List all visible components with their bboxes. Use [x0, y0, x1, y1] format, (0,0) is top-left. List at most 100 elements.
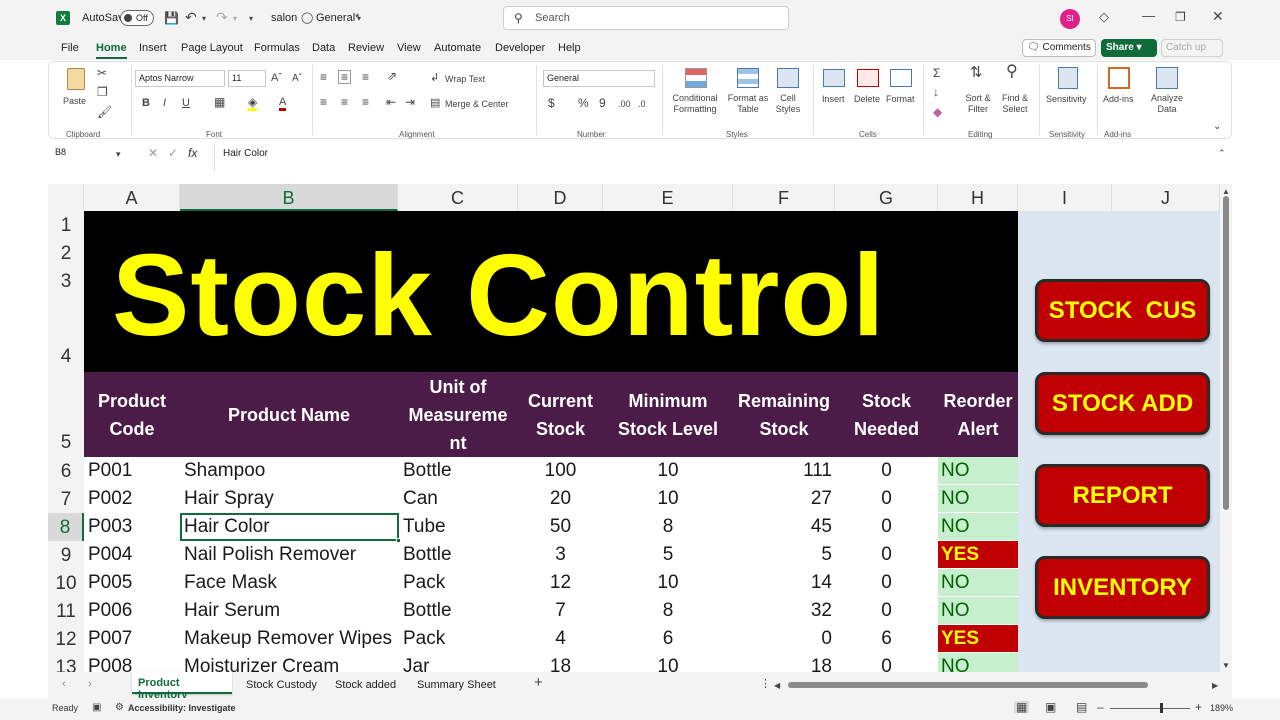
cell-needed[interactable]: 0	[835, 653, 938, 672]
cell-current[interactable]: 50	[518, 513, 603, 541]
italic-icon[interactable]: I	[163, 97, 166, 109]
cell-needed[interactable]: 6	[835, 625, 938, 653]
column-header-e[interactable]: E	[603, 184, 733, 211]
zoom-out-icon[interactable]: –	[1097, 701, 1104, 713]
menu-data[interactable]: Data	[312, 42, 335, 54]
vertical-scroll-thumb[interactable]	[1223, 196, 1229, 510]
format-as-table-button[interactable]: Format as Table	[724, 93, 772, 115]
analyze-data-icon[interactable]	[1156, 67, 1178, 89]
font-size-select[interactable]: 11	[228, 70, 266, 87]
cell-current[interactable]: 4	[518, 625, 603, 653]
tab-scroll-right-icon[interactable]: ›	[88, 678, 92, 690]
analyze-data-button[interactable]: Analyze Data	[1150, 93, 1184, 115]
row-header-7[interactable]: 7	[48, 485, 84, 513]
cell-needed[interactable]: 0	[835, 457, 938, 485]
row-header-1[interactable]: 1	[48, 211, 84, 239]
cell-unit[interactable]: Jar	[403, 653, 517, 672]
redo-icon[interactable]: ↷	[216, 10, 228, 24]
share-button[interactable]: Share ▾	[1101, 39, 1157, 57]
chevron-down-icon[interactable]: ▾	[357, 13, 361, 25]
row-header-2[interactable]: 2	[48, 239, 84, 267]
stock-custody-button[interactable]: STOCK CUS	[1035, 279, 1210, 342]
cell-name[interactable]: Hair Serum	[184, 597, 398, 625]
reorder-alert-cell[interactable]: NO	[938, 513, 1018, 540]
diamond-icon[interactable]: ◇	[1099, 10, 1109, 23]
cell-minimum[interactable]: 10	[603, 485, 733, 513]
cell-remaining[interactable]: 111	[733, 457, 832, 485]
expand-formula-icon[interactable]: ⌃	[1218, 147, 1226, 159]
cell-current[interactable]: 3	[518, 541, 603, 569]
name-box-dropdown-icon[interactable]: ▾	[116, 148, 121, 160]
column-header-j[interactable]: J	[1112, 184, 1220, 211]
cell-minimum[interactable]: 5	[603, 541, 733, 569]
align-bottom-icon[interactable]: ≡	[362, 71, 369, 83]
menu-view[interactable]: View	[397, 42, 421, 54]
wrap-text-icon[interactable]: ↲	[430, 72, 439, 84]
row-header-10[interactable]: 10	[48, 569, 84, 597]
copy-icon[interactable]: ❐	[97, 86, 108, 98]
increase-decimal-icon[interactable]: .00	[618, 98, 631, 110]
format-painter-icon[interactable]: 🖌	[97, 106, 112, 118]
fill-color-icon[interactable]: ◈	[248, 96, 258, 111]
underline-icon[interactable]: U	[182, 97, 190, 109]
align-right-icon[interactable]: ≡	[362, 96, 369, 108]
cell-minimum[interactable]: 6	[603, 625, 733, 653]
insert-cells-button[interactable]: Insert	[822, 94, 845, 104]
normal-view-icon[interactable]: ▦	[1014, 701, 1030, 713]
sensitivity-icon[interactable]	[1058, 67, 1078, 89]
cell-styles-button[interactable]: Cell Styles	[770, 93, 806, 115]
accessibility-icon[interactable]: ⚙	[115, 702, 124, 714]
comma-icon[interactable]: 9	[599, 97, 606, 109]
fill-handle[interactable]	[396, 538, 401, 543]
close-icon[interactable]: ✕	[1212, 9, 1224, 23]
cell-current[interactable]: 7	[518, 597, 603, 625]
percent-icon[interactable]: %	[578, 97, 589, 109]
row-header-12[interactable]: 12	[48, 625, 84, 653]
cell-code[interactable]: P004	[88, 541, 178, 569]
column-header-f[interactable]: F	[733, 184, 835, 211]
font-color-icon[interactable]: A	[279, 96, 287, 111]
cell-name[interactable]: Shampoo	[184, 457, 398, 485]
cell-code[interactable]: P008	[88, 653, 178, 672]
orientation-icon[interactable]: ⇗	[387, 70, 397, 82]
insert-cells-icon[interactable]	[823, 69, 845, 87]
find-select-button[interactable]: Find & Select	[998, 93, 1032, 115]
cell-needed[interactable]: 0	[835, 513, 938, 541]
conditional-formatting-button[interactable]: Conditional Formatting	[668, 93, 722, 115]
cell-remaining[interactable]: 14	[733, 569, 832, 597]
undo-icon[interactable]: ↶	[185, 10, 197, 24]
align-center-icon[interactable]: ≡	[341, 96, 348, 108]
sort-filter-icon[interactable]: ⇅	[970, 65, 983, 80]
cell-styles-icon[interactable]	[777, 68, 799, 88]
avatar[interactable]: SI	[1060, 9, 1080, 29]
add-sheet-icon[interactable]: +	[534, 675, 543, 690]
column-header-g[interactable]: G	[835, 184, 938, 211]
align-top-icon[interactable]: ≡	[320, 71, 327, 83]
bold-icon[interactable]: B	[142, 97, 150, 109]
reorder-alert-cell[interactable]: NO	[938, 653, 1018, 672]
cell-needed[interactable]: 0	[835, 485, 938, 513]
cell-name[interactable]: Makeup Remover Wipes	[184, 625, 398, 653]
decrease-font-icon[interactable]: Aˇ	[292, 73, 302, 85]
font-name-select[interactable]: Aptos Narrow	[135, 70, 225, 87]
hscroll-right-icon[interactable]: ▶	[1212, 680, 1218, 692]
tab-options-icon[interactable]: ⋮	[760, 678, 771, 690]
wrap-text-button[interactable]: Wrap Text	[445, 74, 485, 84]
sheet-tab-stock-custody[interactable]: Stock Custody	[246, 679, 317, 691]
number-format-select[interactable]: General	[543, 70, 655, 87]
cell-needed[interactable]: 0	[835, 541, 938, 569]
add-ins-icon[interactable]	[1108, 67, 1130, 89]
cancel-icon[interactable]: ✕	[148, 147, 158, 159]
zoom-slider-thumb[interactable]	[1160, 703, 1163, 713]
formula-input[interactable]: Hair Color	[214, 144, 1222, 172]
zoom-in-icon[interactable]: +	[1195, 701, 1202, 713]
cell-code[interactable]: P006	[88, 597, 178, 625]
minimize-icon[interactable]: —	[1142, 9, 1155, 22]
menu-review[interactable]: Review	[348, 42, 384, 54]
tab-scroll-left-icon[interactable]: ‹	[62, 678, 66, 690]
enter-icon[interactable]: ✓	[168, 147, 178, 159]
decrease-decimal-icon[interactable]: .0	[638, 98, 646, 110]
cell-remaining[interactable]: 0	[733, 625, 832, 653]
row-header-13[interactable]: 13	[48, 653, 84, 672]
cell-current[interactable]: 100	[518, 457, 603, 485]
